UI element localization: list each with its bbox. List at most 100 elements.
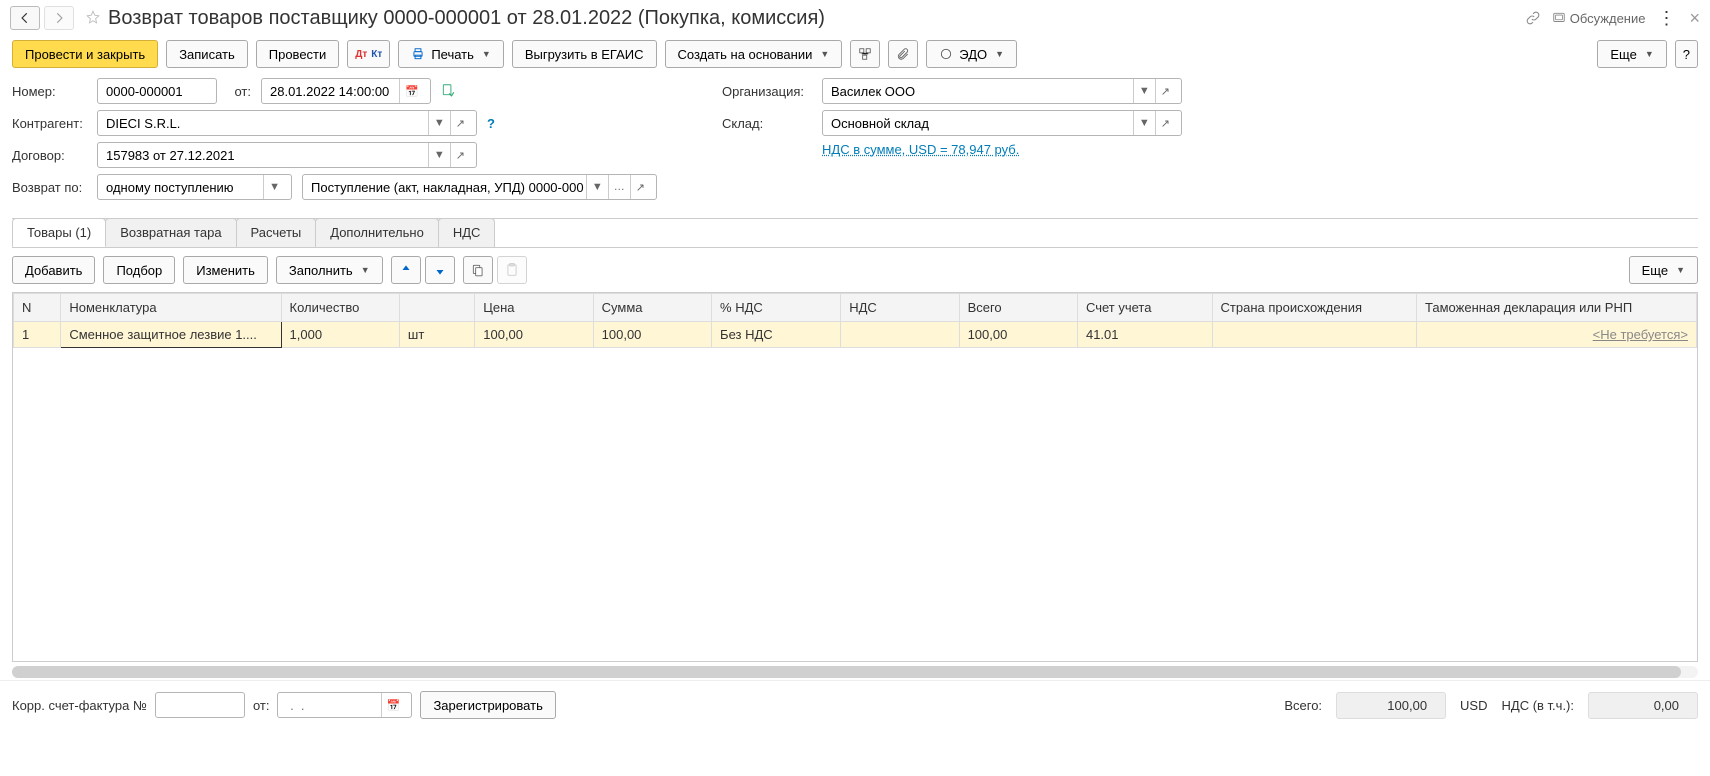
edo-button[interactable]: ЭДО ▼ [926, 40, 1017, 68]
post-button[interactable]: Провести [256, 40, 340, 68]
create-based-on-button[interactable]: Создать на основании ▼ [665, 40, 843, 68]
chevron-down-icon[interactable]: ▼ [1133, 79, 1155, 103]
cell-total[interactable]: 100,00 [959, 322, 1077, 348]
cell-country[interactable] [1212, 322, 1417, 348]
number-label: Номер: [12, 84, 87, 99]
chevron-down-icon[interactable]: ▼ [428, 111, 450, 135]
print-button[interactable]: Печать ▼ [398, 40, 504, 68]
fill-button[interactable]: Заполнить ▼ [276, 256, 383, 284]
help-button[interactable]: ? [1675, 40, 1698, 68]
open-ref-icon[interactable]: ↗ [1155, 79, 1175, 103]
open-ref-icon[interactable]: ↗ [1155, 111, 1175, 135]
cell-vat[interactable] [841, 322, 959, 348]
org-input[interactable]: ▼ ↗ [822, 78, 1182, 104]
date-input[interactable]: 📅 [261, 78, 431, 104]
add-row-button[interactable]: Добавить [12, 256, 95, 284]
vat-hyperlink[interactable]: НДС в сумме, USD = 78,947 руб. [822, 142, 1019, 157]
change-button[interactable]: Изменить [183, 256, 268, 284]
edo-label: ЭДО [959, 47, 987, 62]
calendar-icon[interactable]: 📅 [399, 79, 424, 103]
attach-button[interactable] [888, 40, 918, 68]
col-customs[interactable]: Таможенная декларация или РНП [1417, 294, 1697, 322]
vat-total-label: НДС (в т.ч.): [1502, 698, 1575, 713]
tab-goods[interactable]: Товары (1) [12, 218, 106, 247]
counterparty-help-icon[interactable]: ? [487, 116, 495, 131]
calendar-icon[interactable]: 📅 [381, 693, 406, 717]
col-account[interactable]: Счет учета [1077, 294, 1212, 322]
register-button[interactable]: Зарегистрировать [420, 691, 555, 719]
total-value: 100,00 [1336, 692, 1446, 719]
col-price[interactable]: Цена [475, 294, 593, 322]
col-unit[interactable] [399, 294, 474, 322]
correction-invoice-number-input[interactable] [155, 692, 245, 718]
cell-qty[interactable]: 1,000 [281, 322, 399, 348]
open-ref-icon[interactable]: ↗ [450, 143, 470, 167]
horizontal-scrollbar[interactable] [12, 666, 1698, 678]
counterparty-label: Контрагент: [12, 116, 87, 131]
col-sum[interactable]: Сумма [593, 294, 711, 322]
ellipsis-icon[interactable]: … [608, 175, 630, 199]
table-more-button[interactable]: Еще ▼ [1629, 256, 1698, 284]
kebab-menu-icon[interactable]: ⋮ [1657, 8, 1677, 29]
post-and-close-button[interactable]: Провести и закрыть [12, 40, 158, 68]
cell-vat-rate[interactable]: Без НДС [712, 322, 841, 348]
col-qty[interactable]: Количество [281, 294, 399, 322]
pick-button[interactable]: Подбор [103, 256, 175, 284]
cell-sum[interactable]: 100,00 [593, 322, 711, 348]
copy-button[interactable] [463, 256, 493, 284]
open-ref-icon[interactable]: ↗ [450, 111, 470, 135]
counterparty-input[interactable]: ▼ ↗ [97, 110, 477, 136]
structure-button[interactable] [850, 40, 880, 68]
receipt-input[interactable]: ▼ … ↗ [302, 174, 657, 200]
correction-invoice-label: Корр. счет-фактура № [12, 698, 147, 713]
cell-customs[interactable]: <Не требуется> [1593, 327, 1688, 342]
col-country[interactable]: Страна происхождения [1212, 294, 1417, 322]
cell-account[interactable]: 41.01 [1077, 322, 1212, 348]
cell-n[interactable]: 1 [14, 322, 61, 348]
return-by-select[interactable]: ▼ [97, 174, 292, 200]
link-icon[interactable] [1526, 11, 1540, 25]
document-posted-icon[interactable] [441, 83, 455, 100]
chevron-down-icon[interactable]: ▼ [586, 175, 608, 199]
chevron-down-icon[interactable]: ▼ [263, 175, 285, 199]
close-icon[interactable]: × [1689, 8, 1700, 29]
cell-unit[interactable]: шт [399, 322, 474, 348]
warehouse-input[interactable]: ▼ ↗ [822, 110, 1182, 136]
chevron-down-icon: ▼ [995, 49, 1004, 59]
tab-additional[interactable]: Дополнительно [315, 218, 439, 247]
goods-table[interactable]: N Номенклатура Количество Цена Сумма % Н… [12, 292, 1698, 662]
save-button[interactable]: Записать [166, 40, 248, 68]
nav-forward-button[interactable] [44, 6, 74, 30]
correction-invoice-date-label: от: [253, 698, 270, 713]
export-egais-button[interactable]: Выгрузить в ЕГАИС [512, 40, 657, 68]
col-item[interactable]: Номенклатура [61, 294, 281, 322]
tab-return-tare[interactable]: Возвратная тара [105, 218, 236, 247]
contract-input[interactable]: ▼ ↗ [97, 142, 477, 168]
favorite-icon[interactable] [86, 10, 100, 27]
chevron-down-icon[interactable]: ▼ [428, 143, 450, 167]
open-ref-icon[interactable]: ↗ [630, 175, 650, 199]
tab-vat[interactable]: НДС [438, 218, 496, 247]
cell-item[interactable]: Сменное защитное лезвие 1.... [61, 322, 281, 348]
return-by-label: Возврат по: [12, 180, 87, 195]
dtkt-button[interactable]: ДтКт [347, 40, 390, 68]
chevron-down-icon: ▼ [1676, 265, 1685, 275]
move-down-button[interactable] [425, 256, 455, 284]
discuss-button[interactable]: Обсуждение [1552, 11, 1646, 26]
more-label: Еще [1610, 47, 1636, 62]
col-n[interactable]: N [14, 294, 61, 322]
col-vat[interactable]: НДС [841, 294, 959, 322]
col-total[interactable]: Всего [959, 294, 1077, 322]
correction-invoice-date-input[interactable]: 📅 [277, 692, 412, 718]
warehouse-label: Склад: [722, 116, 812, 131]
chevron-down-icon[interactable]: ▼ [1133, 111, 1155, 135]
tab-settlements[interactable]: Расчеты [236, 218, 317, 247]
move-up-button[interactable] [391, 256, 421, 284]
paste-button[interactable] [497, 256, 527, 284]
table-row[interactable]: 1 Сменное защитное лезвие 1.... 1,000 шт… [14, 322, 1697, 348]
cell-price[interactable]: 100,00 [475, 322, 593, 348]
nav-back-button[interactable] [10, 6, 40, 30]
more-button[interactable]: Еще ▼ [1597, 40, 1666, 68]
col-vat-rate[interactable]: % НДС [712, 294, 841, 322]
number-input[interactable] [97, 78, 217, 104]
